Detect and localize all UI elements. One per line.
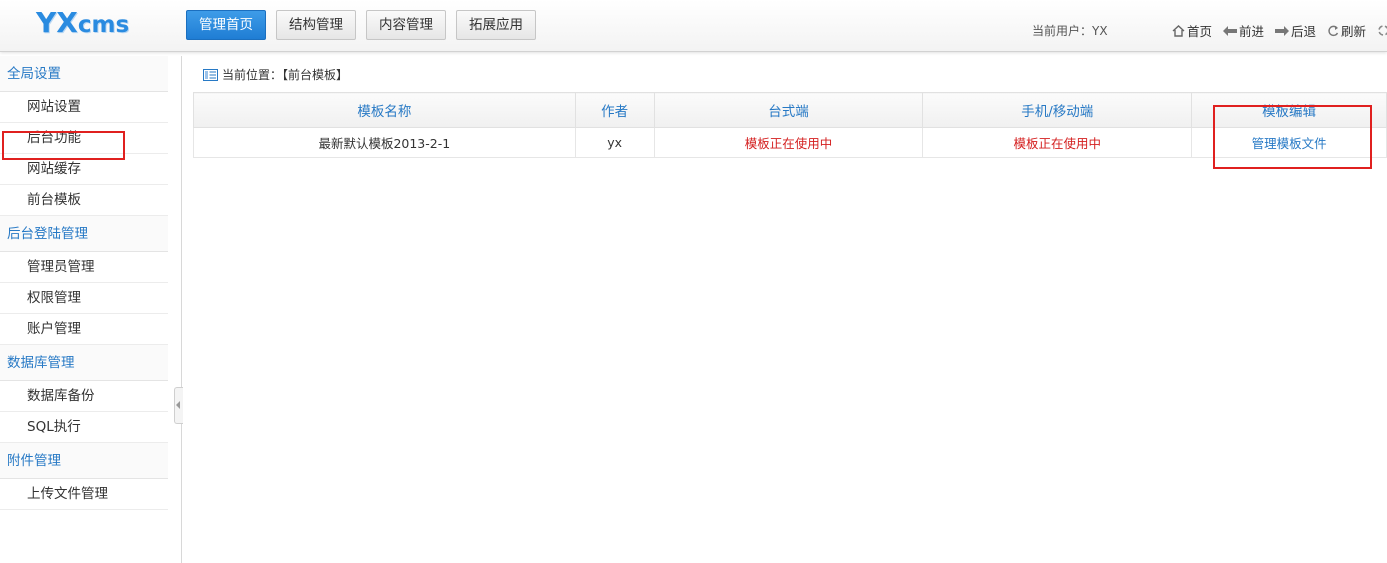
sidebar-item-site-settings[interactable]: 网站设置	[0, 92, 168, 123]
forward-link-label: 前进	[1239, 24, 1265, 39]
header-template-edit: 模板编辑	[1191, 92, 1387, 128]
template-table: 模板名称 作者 台式端 手机/移动端 模板编辑 最新默认模板2013-2-1 y…	[193, 92, 1387, 158]
sidebar-group-login[interactable]: 后台登陆管理	[0, 216, 168, 252]
manage-template-files-link[interactable]: 管理模板文件	[1252, 136, 1327, 151]
cell-author: yx	[574, 127, 655, 158]
sidebar-item-sql-exec[interactable]: SQL执行	[0, 412, 168, 443]
refresh-icon	[1328, 25, 1339, 36]
nav-home-button[interactable]: 管理首页	[186, 10, 266, 40]
back-link-label: 后退	[1291, 24, 1317, 39]
sidebar-item-site-cache[interactable]: 网站缓存	[0, 154, 168, 185]
sidebar-item-db-backup[interactable]: 数据库备份	[0, 381, 168, 412]
sidebar: 全局设置 网站设置 后台功能 网站缓存 前台模板 后台登陆管理 管理员管理 权限…	[0, 56, 182, 563]
sidebar-item-permissions[interactable]: 权限管理	[0, 283, 168, 314]
sidebar-item-backend-functions[interactable]: 后台功能	[0, 123, 168, 154]
sidebar-group-attachments[interactable]: 附件管理	[0, 443, 168, 479]
recycle-icon	[1378, 25, 1387, 36]
header-author: 作者	[574, 92, 655, 128]
current-user-label: 当前用户：YX	[1032, 24, 1108, 38]
toolbar: 首页 前进 后退 刷新	[1172, 21, 1387, 40]
sidebar-group-global[interactable]: 全局设置	[0, 56, 168, 92]
cell-mobile-status: 模板正在使用中	[922, 127, 1193, 158]
header-template-name: 模板名称	[193, 92, 576, 128]
table-header-row: 模板名称 作者 台式端 手机/移动端 模板编辑	[193, 92, 1387, 128]
sidebar-item-frontend-templates[interactable]: 前台模板	[0, 185, 168, 216]
refresh-link-label: 刷新	[1341, 24, 1367, 39]
sidebar-collapse-handle[interactable]	[174, 387, 183, 424]
header-desktop: 台式端	[653, 92, 924, 128]
sidebar-group-database[interactable]: 数据库管理	[0, 345, 168, 381]
header-mobile: 手机/移动端	[922, 92, 1193, 128]
cell-template-name: 最新默认模板2013-2-1	[193, 127, 576, 158]
arrow-left-icon	[1223, 25, 1238, 36]
nav-structure-button[interactable]: 结构管理	[276, 10, 356, 40]
main-nav: 管理首页 结构管理 内容管理 拓展应用	[186, 10, 536, 40]
recycle-link[interactable]	[1377, 21, 1387, 40]
home-link-label: 首页	[1187, 24, 1213, 39]
arrow-right-icon	[1275, 25, 1290, 36]
location-icon	[203, 68, 218, 81]
refresh-link[interactable]: 刷新	[1327, 21, 1366, 40]
breadcrumb-text: 当前位置：【前台模板】	[222, 68, 349, 82]
sidebar-item-upload-files[interactable]: 上传文件管理	[0, 479, 168, 510]
nav-extend-button[interactable]: 拓展应用	[456, 10, 536, 40]
home-link[interactable]: 首页	[1172, 21, 1212, 40]
nav-content-button[interactable]: 内容管理	[366, 10, 446, 40]
back-link[interactable]: 后退	[1275, 21, 1316, 40]
cell-template-edit: 管理模板文件	[1191, 127, 1387, 158]
table-row: 最新默认模板2013-2-1 yx 模板正在使用中 模板正在使用中 管理模板文件	[193, 127, 1387, 158]
sidebar-item-accounts[interactable]: 账户管理	[0, 314, 168, 345]
cell-desktop-status: 模板正在使用中	[653, 127, 924, 158]
forward-link[interactable]: 前进	[1223, 21, 1264, 40]
collapse-arrow-icon	[176, 401, 180, 409]
top-header: YXcms 管理首页 结构管理 内容管理 拓展应用 当前用户：YX 首页 前进 …	[0, 0, 1387, 52]
home-icon	[1172, 24, 1185, 37]
yxcms-logo[interactable]: YXcms	[36, 6, 129, 39]
sidebar-item-admin-management[interactable]: 管理员管理	[0, 252, 168, 283]
breadcrumb: 当前位置：【前台模板】	[203, 66, 348, 83]
